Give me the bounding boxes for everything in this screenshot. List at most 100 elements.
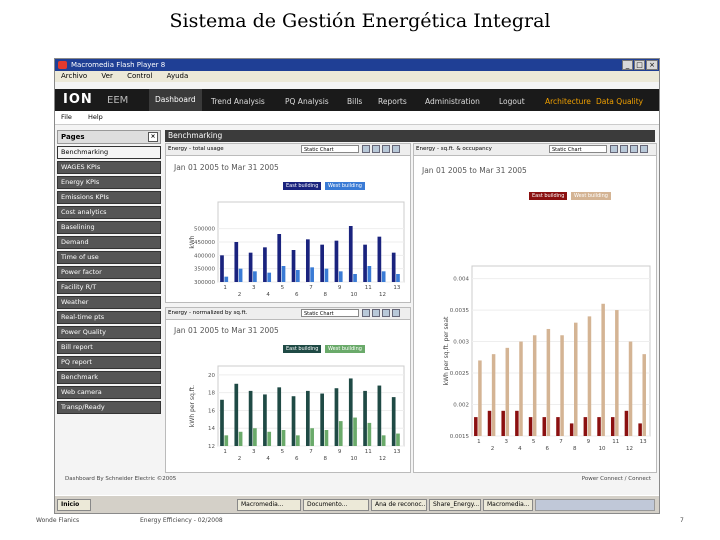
menu-file[interactable]: File: [61, 113, 72, 121]
menu-control[interactable]: Control: [127, 72, 152, 80]
sidebar-item[interactable]: Demand: [57, 236, 161, 249]
chart-type-select[interactable]: Static Chart: [549, 145, 607, 153]
menu-archivo[interactable]: Archivo: [61, 72, 87, 80]
pages-title: Pages: [61, 133, 85, 141]
sidebar-item[interactable]: Web camera: [57, 386, 161, 399]
tab-bills[interactable]: Bills: [347, 97, 362, 106]
tab-reports[interactable]: Reports: [378, 97, 407, 106]
settings-icon[interactable]: [620, 145, 628, 153]
taskbar-item[interactable]: Share_Energy...: [429, 499, 481, 511]
pages-sidebar: Pages × Benchmarking WAGES KPIs Energy KPI…: [57, 130, 161, 490]
start-button[interactable]: Inicio: [57, 499, 91, 511]
bar: [574, 322, 578, 436]
windows-taskbar: Inicio Macromedia... Documento... Ana de…: [55, 495, 659, 513]
sidebar-item[interactable]: WAGES KPIs: [57, 161, 161, 174]
bar: [238, 268, 243, 282]
sidebar-item[interactable]: PQ report: [57, 356, 161, 369]
bar: [610, 417, 615, 436]
sidebar-item[interactable]: Bill report: [57, 341, 161, 354]
bar: [515, 410, 519, 436]
tab-dashboard[interactable]: Dashboard: [149, 89, 202, 111]
bar: [267, 431, 272, 446]
sidebar-item[interactable]: Cost analytics: [57, 206, 161, 219]
x-tick-label: 4: [266, 292, 270, 298]
chart-panel-normalized: Energy - normalized by sq.ft. Static Cha…: [165, 307, 411, 473]
pages-header: Pages ×: [57, 130, 161, 144]
sidebar-item[interactable]: Power Quality: [57, 326, 161, 339]
sidebar-item[interactable]: Weather: [57, 296, 161, 309]
bar: [320, 393, 324, 446]
bar: [291, 250, 296, 282]
x-tick-label: 6: [295, 292, 299, 298]
sidebar-item[interactable]: Real-time pts: [57, 311, 161, 324]
x-tick-label: 3: [252, 449, 256, 455]
bar: [224, 435, 229, 446]
chart-panel-total-usage: Energy - total usage Static Chart Jan 01…: [165, 143, 411, 303]
export-icon[interactable]: [630, 145, 638, 153]
bar: [367, 266, 372, 282]
bar: [556, 417, 560, 436]
close-icon[interactable]: ×: [148, 132, 158, 142]
taskbar-item[interactable]: Macromedia...: [483, 499, 533, 511]
maximize-button[interactable]: □: [634, 60, 645, 70]
y-tick-label: 12: [208, 444, 215, 450]
slide-title: Sistema de Gestión Energética Integral: [169, 10, 551, 32]
window-menubar: Archivo Ver Control Ayuda: [55, 71, 659, 82]
x-tick-label: 3: [252, 285, 256, 291]
normalized-chart: 121416182012345678910111213kWh per sq.ft…: [189, 365, 405, 462]
sidebar-item[interactable]: Transp/Ready: [57, 401, 161, 414]
y-tick-label: 18: [208, 391, 215, 397]
x-tick-label: 2: [238, 456, 242, 462]
print-icon[interactable]: [640, 145, 648, 153]
y-tick-label: 450000: [194, 240, 215, 246]
bar: [248, 390, 253, 446]
sidebar-item[interactable]: Time of use: [57, 251, 161, 264]
zoom-icon[interactable]: [610, 145, 618, 153]
menu-help[interactable]: Help: [88, 113, 103, 121]
tab-administration[interactable]: Administration: [425, 97, 480, 106]
bar: [220, 255, 224, 282]
tab-logout[interactable]: Logout: [499, 97, 525, 106]
bar: [478, 360, 482, 436]
bar: [295, 435, 300, 446]
taskbar-item[interactable]: Macromedia...: [237, 499, 301, 511]
x-tick-label: 8: [573, 446, 577, 452]
bar: [320, 244, 324, 282]
bar: [353, 417, 357, 446]
sidebar-item[interactable]: Power factor: [57, 266, 161, 279]
x-tick-label: 6: [546, 446, 550, 452]
bar: [532, 335, 537, 436]
bar: [310, 428, 314, 446]
tab-trend-analysis[interactable]: Trend Analysis: [211, 97, 265, 106]
taskbar-item[interactable]: Documento...: [303, 499, 369, 511]
close-button[interactable]: ×: [646, 60, 658, 70]
taskbar-item[interactable]: Ana de reconoc...: [371, 499, 427, 511]
bar: [324, 268, 329, 282]
sidebar-item[interactable]: Energy KPIs: [57, 176, 161, 189]
window-title: Macromedia Flash Player 8: [71, 61, 166, 69]
bar: [546, 328, 551, 436]
app-footer: Dashboard By Schneider Electric ©2005 Po…: [59, 476, 655, 486]
menu-ver[interactable]: Ver: [101, 72, 112, 80]
menu-ayuda[interactable]: Ayuda: [167, 72, 189, 80]
y-tick-label: 350000: [194, 267, 215, 273]
bar: [391, 252, 396, 282]
sidebar-item[interactable]: Benchmarking: [57, 146, 161, 159]
tab-architecture[interactable]: Architecture: [545, 97, 591, 106]
tab-data-quality[interactable]: Data Quality: [596, 97, 643, 106]
sidebar-item[interactable]: Emissions KPIs: [57, 191, 161, 204]
y-tick-label: 0.002: [453, 403, 469, 409]
bar: [560, 335, 564, 436]
sidebar-item[interactable]: Baselining: [57, 221, 161, 234]
main-header: Benchmarking: [165, 130, 655, 142]
bar: [338, 421, 343, 446]
sidebar-item[interactable]: Facility R/T: [57, 281, 161, 294]
tab-pq-analysis[interactable]: PQ Analysis: [285, 97, 329, 106]
minimize-button[interactable]: _: [622, 60, 633, 70]
sidebar-item[interactable]: Benchmark: [57, 371, 161, 384]
flash-app-icon: [58, 61, 67, 69]
x-tick-label: 11: [612, 439, 619, 445]
bar: [501, 410, 505, 436]
bar: [377, 236, 382, 282]
bar: [474, 417, 478, 436]
